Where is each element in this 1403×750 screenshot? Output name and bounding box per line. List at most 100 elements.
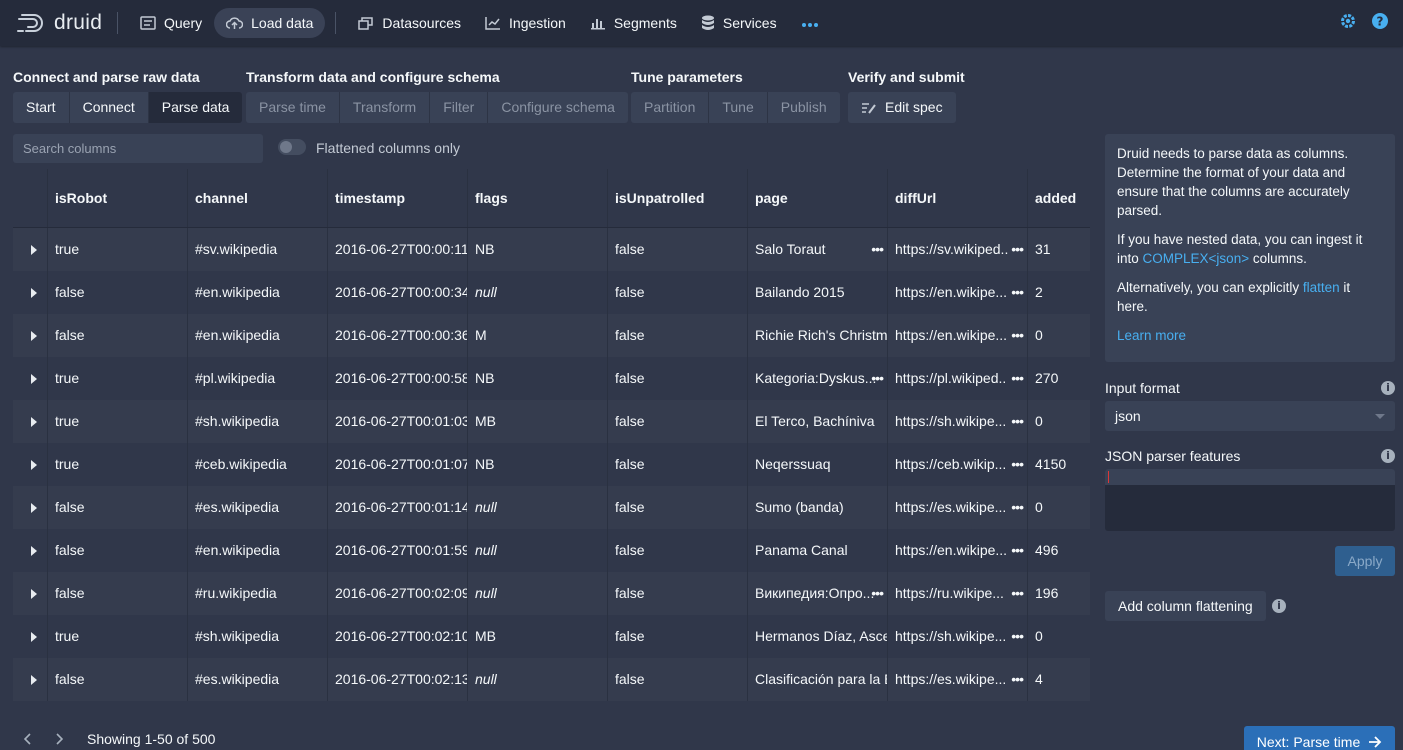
gear-icon[interactable] — [1339, 12, 1357, 33]
expand-row-icon[interactable] — [13, 572, 47, 615]
next-parse-time-button[interactable]: Next: Parse time — [1244, 726, 1395, 750]
column-header[interactable]: diffUrl — [887, 169, 1027, 227]
expand-row-icon[interactable] — [13, 314, 47, 357]
help-icon[interactable]: ? — [1371, 12, 1389, 33]
data-preview-table: isRobot channel timestamp flags isUnpatrolle… — [13, 169, 1090, 706]
flatten-link[interactable]: flatten — [1303, 280, 1340, 295]
step-parse-time-button[interactable]: Parse time — [246, 92, 340, 123]
column-header[interactable]: page — [747, 169, 887, 227]
show-more-icon[interactable]: ••• — [1011, 529, 1024, 572]
flattened-only-toggle[interactable] — [278, 139, 306, 155]
nav-load-data[interactable]: Load data — [214, 8, 326, 38]
nav-segments[interactable]: Segments — [578, 8, 689, 38]
add-column-flattening-button[interactable]: Add column flattening — [1105, 591, 1266, 621]
table-row[interactable]: false #en.wikipedia 2016-06-27T00:00:34.9 n… — [13, 271, 1090, 314]
nav-ingestion[interactable]: Ingestion — [473, 8, 578, 38]
next-page-icon[interactable] — [49, 729, 69, 749]
step-transform-button[interactable]: Transform — [339, 92, 431, 123]
cell-value: Salo Toraut — [755, 241, 826, 257]
input-format-select[interactable]: json — [1105, 401, 1395, 431]
cell-value: NB — [475, 241, 495, 257]
info-icon[interactable]: i — [1272, 599, 1286, 613]
table-row[interactable]: false #ru.wikipedia 2016-06-27T00:02:09.2 n… — [13, 572, 1090, 615]
info-icon[interactable]: i — [1381, 449, 1395, 463]
nav-more-button[interactable] — [789, 8, 831, 38]
step-start-button[interactable]: Start — [13, 92, 70, 123]
nav-services[interactable]: Services — [689, 8, 789, 38]
parser-features-textarea[interactable] — [1105, 469, 1395, 531]
column-header[interactable]: flags — [467, 169, 607, 227]
step-parse-data-button[interactable]: Parse data — [148, 92, 243, 123]
cell-value: true — [55, 241, 80, 257]
expand-row-icon[interactable] — [13, 400, 47, 443]
cell-value: false — [615, 370, 645, 386]
cell-value: true — [55, 370, 80, 386]
table-cell: #es.wikipedia — [187, 486, 327, 529]
show-more-icon[interactable]: ••• — [871, 357, 884, 400]
textarea-first-line — [1105, 469, 1395, 485]
expand-row-icon[interactable] — [13, 271, 47, 314]
druid-logo[interactable]: druid — [17, 11, 107, 35]
table-cell: Sumo (banda) — [747, 486, 887, 529]
show-more-icon[interactable]: ••• — [1011, 658, 1024, 701]
column-header[interactable]: timestamp — [327, 169, 467, 227]
learn-more-link[interactable]: Learn more — [1117, 326, 1383, 345]
cell-value: 31 — [1035, 241, 1051, 257]
show-more-icon[interactable]: ••• — [1011, 486, 1024, 529]
prev-page-icon[interactable] — [18, 729, 38, 749]
table-row[interactable]: false #en.wikipedia 2016-06-27T00:01:59.5 n… — [13, 529, 1090, 572]
table-row[interactable]: true #sh.wikipedia 2016-06-27T00:02:10.8 MB… — [13, 615, 1090, 658]
table-row[interactable]: false #es.wikipedia 2016-06-27T00:01:14.3 n… — [13, 486, 1090, 529]
show-more-icon[interactable]: ••• — [871, 572, 884, 615]
step-connect-button[interactable]: Connect — [69, 92, 149, 123]
table-cell: https://sh.wikipe... ••• — [887, 400, 1027, 443]
table-cell: 2016-06-27T00:00:34.9 — [327, 271, 467, 314]
pagination-text: Showing 1-50 of 500 — [87, 731, 216, 747]
table-row[interactable]: false #es.wikipedia 2016-06-27T00:02:13.1 n… — [13, 658, 1090, 701]
expand-row-icon[interactable] — [13, 228, 47, 271]
expand-row-icon[interactable] — [13, 529, 47, 572]
nav-query[interactable]: Query — [128, 8, 214, 38]
show-more-icon[interactable]: ••• — [1011, 615, 1024, 658]
apply-button[interactable]: Apply — [1335, 546, 1395, 576]
column-header[interactable]: isUnpatrolled — [607, 169, 747, 227]
column-header[interactable]: added — [1027, 169, 1090, 227]
search-columns-input[interactable] — [13, 134, 263, 163]
nav-datasources-label: Datasources — [382, 15, 462, 31]
show-more-icon[interactable]: ••• — [1011, 400, 1024, 443]
show-more-icon[interactable]: ••• — [871, 228, 884, 271]
table-row[interactable]: true #sh.wikipedia 2016-06-27T00:01:03.6 MB… — [13, 400, 1090, 443]
top-navbar: druid Query Load data Datasources Ingest… — [0, 0, 1403, 46]
step-filter-button[interactable]: Filter — [430, 92, 489, 123]
expand-row-icon[interactable] — [13, 615, 47, 658]
table-row[interactable]: false #en.wikipedia 2016-06-27T00:00:36.0 M… — [13, 314, 1090, 357]
column-header[interactable]: isRobot — [47, 169, 187, 227]
expand-row-icon[interactable] — [13, 443, 47, 486]
step-partition-button[interactable]: Partition — [631, 92, 710, 123]
show-more-icon[interactable]: ••• — [1011, 314, 1024, 357]
expand-row-icon[interactable] — [13, 357, 47, 400]
cell-value: El Terco, Bachíniva — [755, 413, 875, 429]
table-row[interactable]: true #pl.wikipedia 2016-06-27T00:00:58.5 NB… — [13, 357, 1090, 400]
show-more-icon[interactable]: ••• — [1011, 357, 1024, 400]
step-configure-schema-button[interactable]: Configure schema — [488, 92, 628, 123]
cell-value: false — [615, 284, 645, 300]
show-more-icon[interactable]: ••• — [1011, 443, 1024, 486]
show-more-icon[interactable]: ••• — [1011, 228, 1024, 271]
step-tune-button[interactable]: Tune — [709, 92, 768, 123]
column-header[interactable]: channel — [187, 169, 327, 227]
expand-row-icon[interactable] — [13, 658, 47, 701]
nav-load-data-label: Load data — [251, 15, 314, 31]
step-edit-spec-button[interactable]: Edit spec — [848, 92, 956, 123]
nav-datasources[interactable]: Datasources — [346, 8, 473, 38]
step-publish-button[interactable]: Publish — [767, 92, 840, 123]
table-row[interactable]: true #sv.wikipedia 2016-06-27T00:00:11.0 NB… — [13, 228, 1090, 271]
expand-row-icon[interactable] — [13, 486, 47, 529]
info-icon[interactable]: i — [1381, 381, 1395, 395]
table-row[interactable]: true #ceb.wikipedia 2016-06-27T00:01:07.3 N… — [13, 443, 1090, 486]
show-more-icon[interactable]: ••• — [1011, 271, 1024, 314]
table-cell: null — [467, 658, 607, 701]
show-more-icon[interactable]: ••• — [1011, 572, 1024, 615]
step-title: Verify and submit — [848, 69, 965, 85]
complex-json-link[interactable]: COMPLEX<json> — [1143, 251, 1250, 266]
